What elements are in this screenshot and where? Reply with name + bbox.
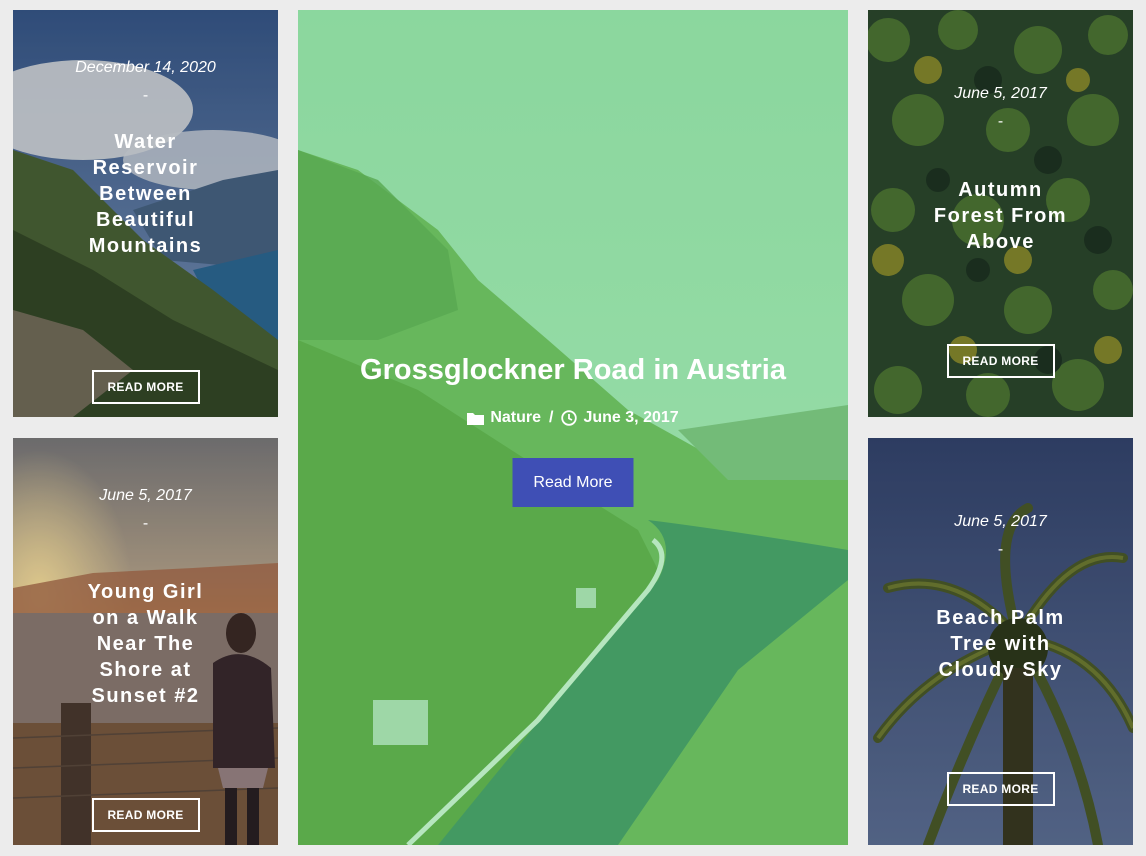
title-line: Reservoir: [92, 157, 199, 179]
category-link[interactable]: Nature: [490, 409, 541, 427]
title-line: Above: [966, 231, 1035, 253]
post-card-autumn-forest[interactable]: June 5, 2017 - Autumn Forest From Above …: [868, 10, 1133, 417]
title-line: Near The: [96, 633, 195, 655]
post-title[interactable]: Beach Palm Tree with Cloudy Sky: [868, 605, 1133, 683]
green-overlay: [298, 10, 848, 845]
title-line: Beach Palm: [936, 607, 1065, 629]
post-card-water-reservoir[interactable]: December 14, 2020 - Water Reservoir Betw…: [13, 10, 278, 417]
post-title[interactable]: Autumn Forest From Above: [868, 177, 1133, 255]
post-card-beach-palm[interactable]: June 5, 2017 - Beach Palm Tree with Clou…: [868, 438, 1133, 845]
separator: -: [997, 541, 1004, 558]
read-more-button[interactable]: READ MORE: [91, 370, 200, 404]
title-line: Cloudy Sky: [938, 659, 1063, 681]
title-line: Between: [99, 183, 192, 205]
read-more-button[interactable]: READ MORE: [946, 344, 1055, 378]
title-line: Shore at: [99, 659, 192, 681]
title-line: Sunset #2: [91, 685, 200, 707]
separator: -: [997, 113, 1004, 130]
clock-icon: [561, 410, 578, 426]
meta-separator: /: [549, 409, 554, 426]
post-meta: Nature / June 3, 2017: [298, 409, 848, 427]
featured-date: June 3, 2017: [583, 409, 679, 426]
post-content: June 5, 2017 - Autumn Forest From Above: [868, 85, 1133, 255]
read-more-button[interactable]: READ MORE: [946, 772, 1055, 806]
title-line: Mountains: [88, 235, 203, 257]
read-more-button[interactable]: Read More: [512, 458, 634, 507]
title-line: on a Walk: [92, 607, 199, 629]
title-line: Beautiful: [95, 209, 196, 231]
post-title[interactable]: Young Girl on a Walk Near The Shore at S…: [13, 579, 278, 709]
post-date: June 5, 2017: [954, 513, 1047, 530]
post-card-young-girl[interactable]: June 5, 2017 - Young Girl on a Walk Near…: [13, 438, 278, 845]
post-content: December 14, 2020 - Water Reservoir Betw…: [13, 59, 278, 259]
post-title[interactable]: Water Reservoir Between Beautiful Mounta…: [13, 129, 278, 259]
title-line: Young Girl: [87, 581, 204, 603]
featured-content: Grossglockner Road in Austria Nature / J…: [298, 354, 848, 427]
folder-icon: [467, 412, 485, 425]
featured-post-card[interactable]: Grossglockner Road in Austria Nature / J…: [298, 10, 848, 845]
title-line: Forest From: [933, 205, 1068, 227]
post-content: June 5, 2017 - Beach Palm Tree with Clou…: [868, 513, 1133, 683]
title-line: Autumn: [958, 179, 1043, 201]
post-date: December 14, 2020: [75, 59, 216, 76]
title-line: Water: [114, 131, 177, 153]
post-content: June 5, 2017 - Young Girl on a Walk Near…: [13, 487, 278, 709]
post-date: June 5, 2017: [99, 487, 192, 504]
title-line: Tree with: [950, 633, 1051, 655]
separator: -: [142, 515, 149, 532]
separator: -: [142, 87, 149, 104]
featured-title[interactable]: Grossglockner Road in Austria: [298, 354, 848, 387]
post-date: June 5, 2017: [954, 85, 1047, 102]
read-more-button[interactable]: READ MORE: [91, 798, 200, 832]
